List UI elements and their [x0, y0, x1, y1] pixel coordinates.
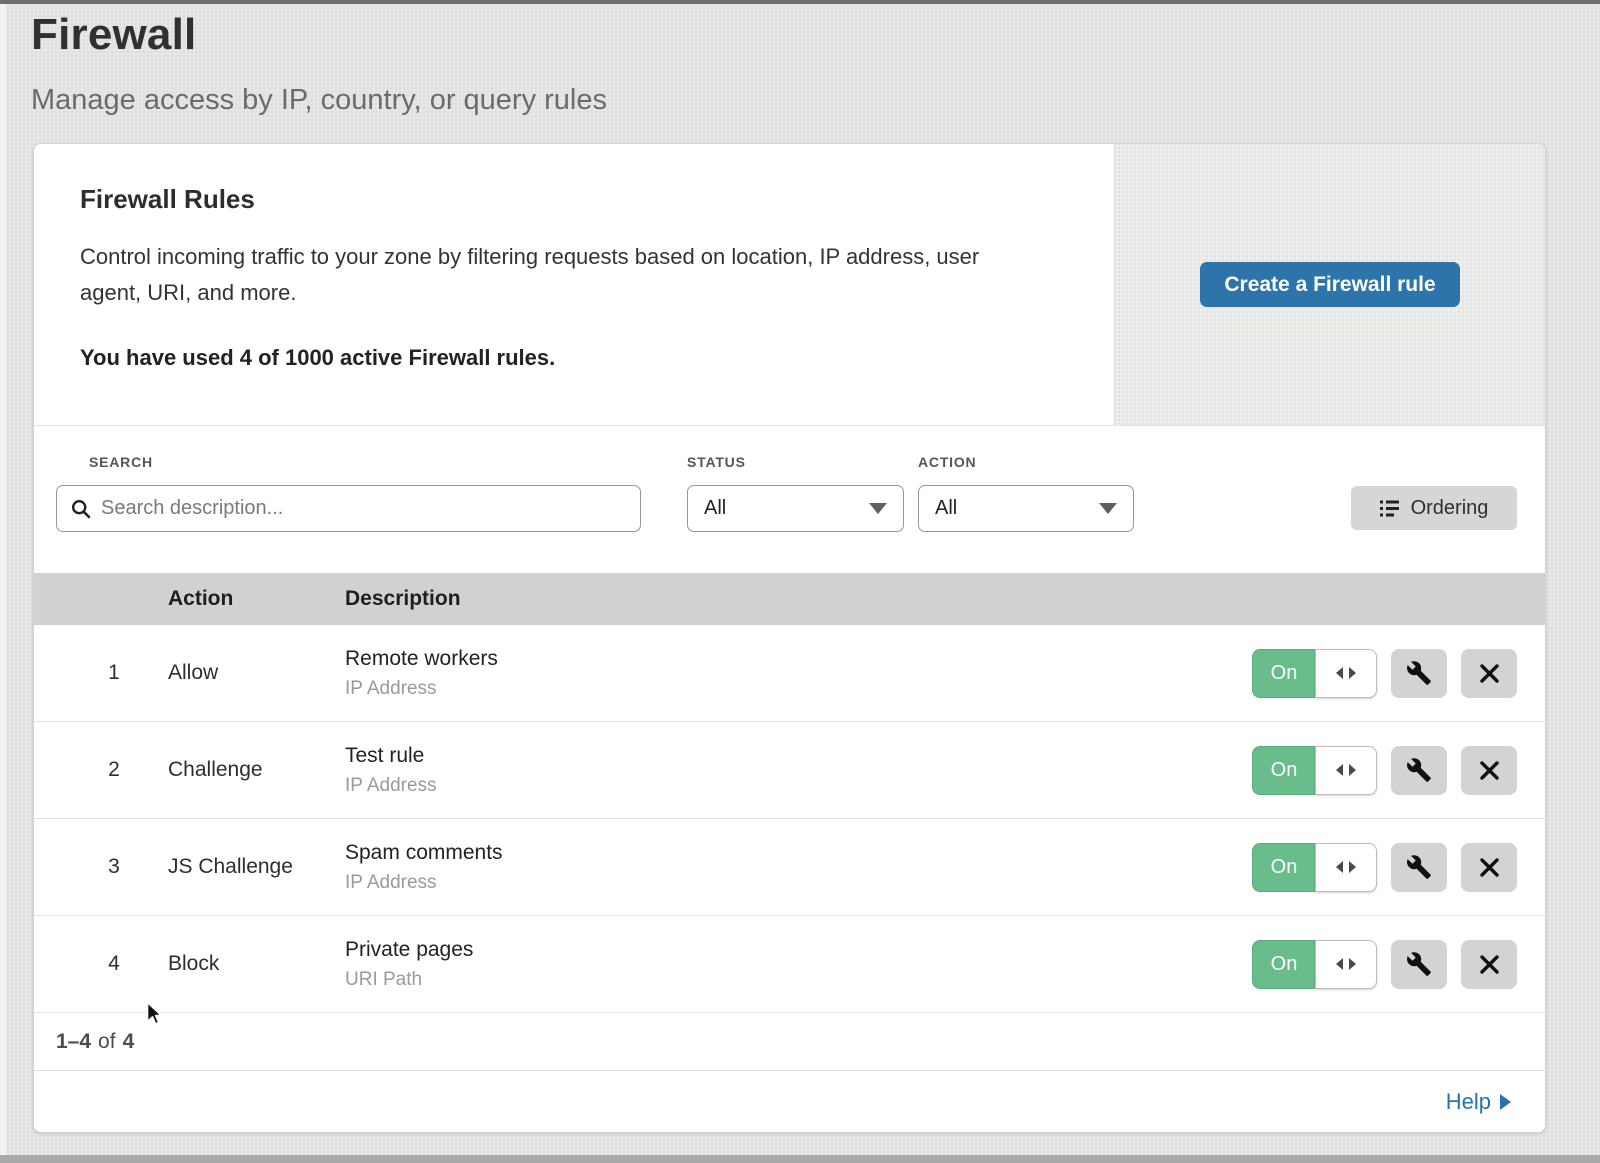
page-header: Firewall Manage access by IP, country, o…: [31, 10, 607, 117]
rule-row: 4 Block Private pages URI Path On: [34, 916, 1545, 1013]
create-firewall-rule-button[interactable]: Create a Firewall rule: [1200, 262, 1459, 307]
card-top-left: Firewall Rules Control incoming traffic …: [34, 144, 1114, 425]
delete-rule-button[interactable]: [1461, 843, 1517, 892]
wrench-icon: [1406, 757, 1432, 783]
ordering-list-icon: [1380, 500, 1400, 517]
rule-priority: 1: [34, 661, 168, 685]
rule-enabled-toggle[interactable]: On: [1252, 746, 1377, 795]
table-header: Action Description: [34, 573, 1545, 625]
status-select-value: All: [704, 497, 726, 520]
toggle-on-label: On: [1252, 649, 1315, 698]
rule-description-title: Private pages: [345, 938, 1252, 962]
rule-match-type: URI Path: [345, 969, 1252, 991]
page-title: Firewall: [31, 10, 607, 60]
pagination-total: 4: [123, 1030, 135, 1054]
rule-row: 1 Allow Remote workers IP Address On: [34, 625, 1545, 722]
rule-description-title: Remote workers: [345, 647, 1252, 671]
description-column-header: Description: [345, 587, 1545, 611]
rule-row: 3 JS Challenge Spam comments IP Address …: [34, 819, 1545, 916]
rule-priority: 4: [34, 952, 168, 976]
rule-action: Allow: [168, 661, 345, 685]
window-bottom-edge: [0, 1155, 1600, 1163]
rule-match-type: IP Address: [345, 872, 1252, 894]
rule-description: Remote workers IP Address: [345, 647, 1252, 700]
rule-controls: On: [1252, 649, 1545, 698]
pagination-of: of: [98, 1030, 116, 1054]
search-input[interactable]: [101, 497, 626, 520]
rule-controls: On: [1252, 746, 1545, 795]
edit-rule-button[interactable]: [1391, 940, 1447, 989]
status-select[interactable]: All: [687, 485, 904, 532]
firewall-rules-card: Firewall Rules Control incoming traffic …: [33, 143, 1546, 1133]
search-box[interactable]: [56, 485, 641, 532]
toggle-on-label: On: [1252, 746, 1315, 795]
card-top-right: Create a Firewall rule: [1114, 144, 1545, 425]
action-label: ACTION: [918, 454, 976, 470]
rule-description: Private pages URI Path: [345, 938, 1252, 991]
rule-controls: On: [1252, 843, 1545, 892]
card-top-section: Firewall Rules Control incoming traffic …: [34, 144, 1545, 426]
left-right-arrows-icon: [1315, 843, 1377, 892]
rule-controls: On: [1252, 940, 1545, 989]
window-top-edge: [0, 0, 1600, 4]
search-icon: [71, 499, 91, 519]
rule-enabled-toggle[interactable]: On: [1252, 843, 1377, 892]
close-icon: [1479, 954, 1500, 975]
action-select[interactable]: All: [918, 485, 1134, 532]
edit-rule-button[interactable]: [1391, 649, 1447, 698]
rule-priority: 2: [34, 758, 168, 782]
rule-action: Challenge: [168, 758, 345, 782]
action-select-value: All: [935, 497, 957, 520]
wrench-icon: [1406, 951, 1432, 977]
rule-description-title: Spam comments: [345, 841, 1252, 865]
rule-action: JS Challenge: [168, 855, 345, 879]
close-icon: [1479, 663, 1500, 684]
rule-enabled-toggle[interactable]: On: [1252, 940, 1377, 989]
rule-enabled-toggle[interactable]: On: [1252, 649, 1377, 698]
caret-down-icon: [1099, 503, 1117, 514]
help-link-label: Help: [1446, 1089, 1491, 1115]
rule-match-type: IP Address: [345, 775, 1252, 797]
wrench-icon: [1406, 854, 1432, 880]
help-row: Help: [34, 1071, 1545, 1132]
page-subtitle: Manage access by IP, country, or query r…: [31, 84, 607, 117]
window-left-edge: [0, 4, 6, 1163]
delete-rule-button[interactable]: [1461, 649, 1517, 698]
status-label: STATUS: [687, 454, 746, 470]
pagination-summary: 1–4 of 4: [34, 1013, 1545, 1071]
usage-note: You have used 4 of 1000 active Firewall …: [80, 345, 1054, 371]
firewall-page: Firewall Manage access by IP, country, o…: [0, 0, 1600, 1163]
edit-rule-button[interactable]: [1391, 746, 1447, 795]
wrench-icon: [1406, 660, 1432, 686]
card-description: Control incoming traffic to your zone by…: [80, 239, 1030, 311]
rule-match-type: IP Address: [345, 678, 1252, 700]
action-column-header: Action: [168, 587, 345, 611]
rule-description: Test rule IP Address: [345, 744, 1252, 797]
pagination-range: 1–4: [56, 1030, 91, 1054]
close-icon: [1479, 760, 1500, 781]
rule-description: Spam comments IP Address: [345, 841, 1252, 894]
rule-action: Block: [168, 952, 345, 976]
ordering-button-label: Ordering: [1411, 497, 1489, 520]
left-right-arrows-icon: [1315, 746, 1377, 795]
ordering-button[interactable]: Ordering: [1351, 486, 1517, 530]
delete-rule-button[interactable]: [1461, 940, 1517, 989]
edit-rule-button[interactable]: [1391, 843, 1447, 892]
toggle-on-label: On: [1252, 843, 1315, 892]
rule-description-title: Test rule: [345, 744, 1252, 768]
close-icon: [1479, 857, 1500, 878]
toggle-on-label: On: [1252, 940, 1315, 989]
caret-down-icon: [869, 503, 887, 514]
left-right-arrows-icon: [1315, 940, 1377, 989]
left-right-arrows-icon: [1315, 649, 1377, 698]
filters-bar: SEARCH STATUS All ACTION All: [34, 426, 1545, 573]
delete-rule-button[interactable]: [1461, 746, 1517, 795]
help-arrow-icon: [1500, 1094, 1511, 1110]
rule-priority: 3: [34, 855, 168, 879]
rule-row: 2 Challenge Test rule IP Address On: [34, 722, 1545, 819]
help-link[interactable]: Help: [1446, 1089, 1511, 1115]
card-heading: Firewall Rules: [80, 184, 1054, 215]
search-label: SEARCH: [89, 454, 153, 470]
